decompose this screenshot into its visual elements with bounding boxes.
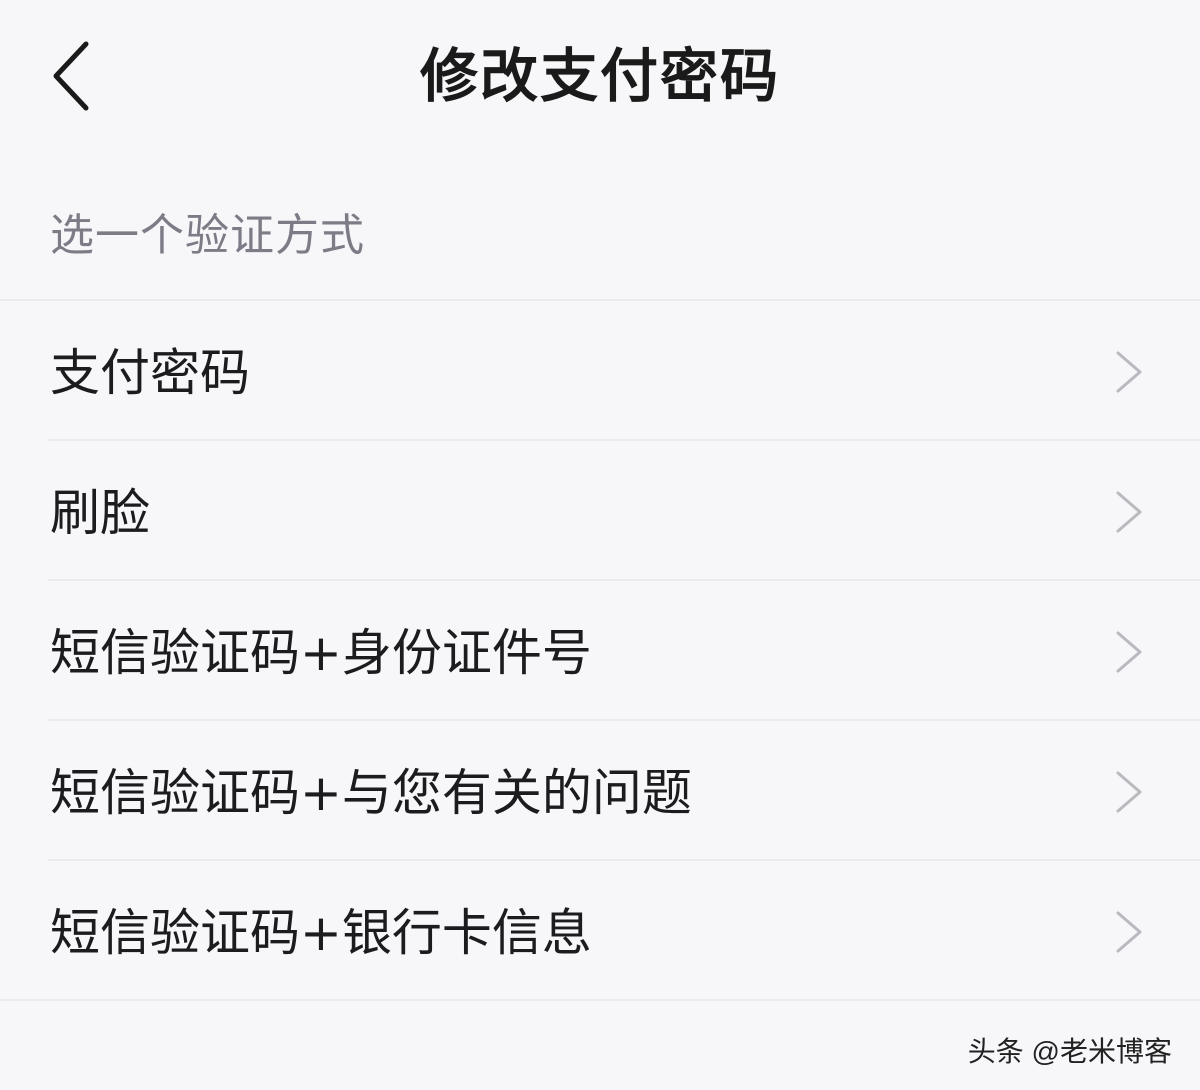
verification-options-list: 支付密码 刷脸 短信验证码+身份证件号 短信验证码+与您有关的问题 短信验证码+… bbox=[0, 301, 1200, 1001]
option-sms-security-questions[interactable]: 短信验证码+与您有关的问题 bbox=[0, 721, 1200, 861]
option-label: 短信验证码+身份证件号 bbox=[50, 624, 592, 682]
option-label: 短信验证码+银行卡信息 bbox=[50, 904, 592, 962]
chevron-right-icon bbox=[1116, 771, 1142, 813]
section-label: 选一个验证方式 bbox=[50, 210, 365, 261]
divider bbox=[0, 999, 1200, 1001]
option-face-scan[interactable]: 刷脸 bbox=[0, 441, 1200, 581]
chevron-right-icon bbox=[1116, 911, 1142, 953]
option-payment-password[interactable]: 支付密码 bbox=[0, 301, 1200, 441]
option-sms-id-number[interactable]: 短信验证码+身份证件号 bbox=[0, 581, 1200, 721]
chevron-right-icon bbox=[1116, 351, 1142, 393]
watermark: 头条 @老米博客 bbox=[967, 1036, 1172, 1067]
option-label: 支付密码 bbox=[50, 344, 250, 402]
page-title: 修改支付密码 bbox=[419, 42, 780, 110]
option-label: 刷脸 bbox=[50, 484, 150, 542]
top-bar: 修改支付密码 bbox=[0, 0, 1200, 155]
option-label: 短信验证码+与您有关的问题 bbox=[50, 764, 692, 822]
chevron-right-icon bbox=[1116, 491, 1142, 533]
option-sms-bank-card[interactable]: 短信验证码+银行卡信息 bbox=[0, 861, 1200, 1001]
chevron-right-icon bbox=[1116, 631, 1142, 673]
